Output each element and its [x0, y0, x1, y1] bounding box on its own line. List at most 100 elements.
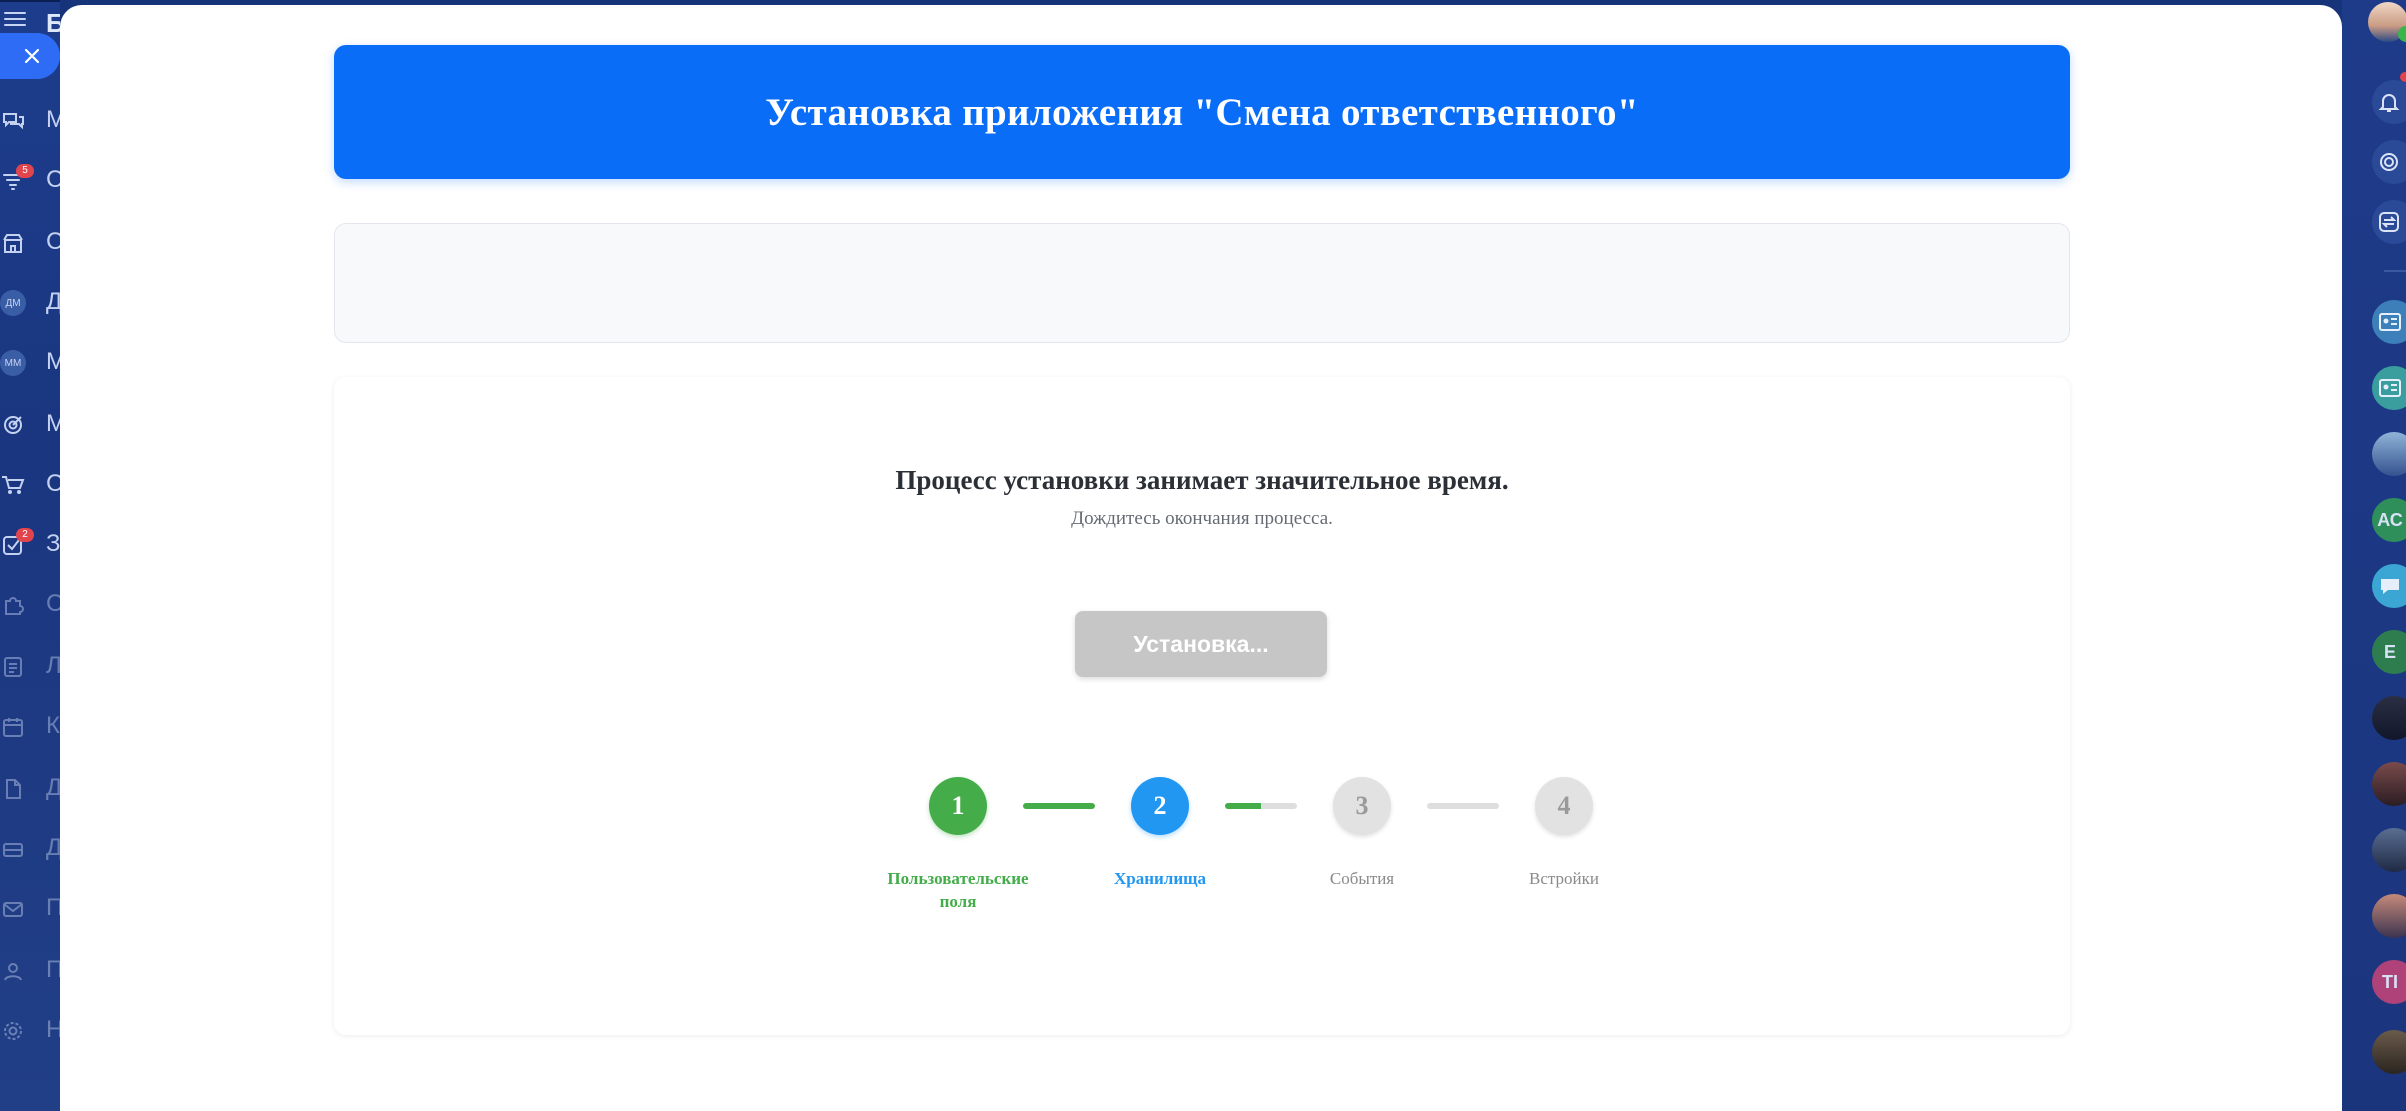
- sidebar-item-settings[interactable]: Н: [0, 1010, 60, 1050]
- sidebar-item-people[interactable]: П: [0, 950, 60, 990]
- log-panel: [334, 223, 2070, 343]
- calendar-icon: [0, 714, 26, 740]
- sidebar-item-label: К: [46, 712, 60, 739]
- contact-card-icon: [2379, 379, 2401, 397]
- sidebar-item-label: П: [46, 956, 60, 983]
- portal-title: Б: [46, 8, 60, 38]
- sidebar-item-label: С: [46, 166, 60, 193]
- install-header-banner: Установка приложения "Смена ответственно…: [334, 45, 2070, 179]
- chat-icon: [0, 108, 26, 134]
- close-icon: [24, 48, 40, 64]
- sidebar-item-label: Д: [46, 834, 60, 861]
- counter-badge: 5: [16, 164, 34, 178]
- avatar: ДМ: [0, 290, 26, 316]
- sidebar-item-puzzle[interactable]: С: [0, 584, 60, 624]
- sidebar-item-label: Д: [46, 288, 60, 315]
- avatar-initials: АС: [2377, 509, 2403, 530]
- document-icon: [0, 776, 26, 802]
- connector-progress: [1225, 803, 1261, 809]
- user-avatar[interactable]: [2372, 432, 2406, 476]
- avatar: ММ: [0, 350, 26, 376]
- sidebar-item-target[interactable]: М: [0, 404, 60, 444]
- sidebar-item-label: С: [46, 470, 60, 497]
- notification-dot: [2400, 72, 2406, 82]
- install-subtitle: Дождитесь окончания процесса.: [1071, 508, 1333, 529]
- chat-avatar[interactable]: [2372, 564, 2406, 608]
- sidebar-item-label: Л: [46, 652, 60, 679]
- activity-button[interactable]: [2372, 140, 2406, 184]
- contact-card-avatar[interactable]: [2372, 366, 2406, 410]
- left-sidebar: Б М 5 С С ДМ Д ММ М М С 2 З С Л К Д Д П …: [0, 0, 60, 1111]
- sidebar-item-label: М: [46, 106, 60, 133]
- sidebar-item-cart[interactable]: С: [0, 464, 60, 504]
- transfer-button[interactable]: [2372, 200, 2406, 244]
- user-avatar[interactable]: [2372, 696, 2406, 740]
- sidebar-item-list[interactable]: Л: [0, 646, 60, 686]
- close-slider-button[interactable]: [0, 33, 60, 79]
- user-avatar[interactable]: АС: [2372, 498, 2406, 542]
- mail-icon: [0, 896, 26, 922]
- install-button[interactable]: Установка...: [1075, 611, 1327, 677]
- user-avatar[interactable]: [2372, 762, 2406, 806]
- hamburger-menu-icon[interactable]: [4, 12, 26, 26]
- install-title: Процесс установки занимает значительное …: [895, 465, 1509, 495]
- people-icon: [0, 958, 26, 984]
- sidebar-item-user-mm[interactable]: ММ М: [0, 342, 60, 382]
- sidebar-item-funnel[interactable]: 5 С: [0, 160, 60, 200]
- notifications-button[interactable]: [2372, 80, 2406, 124]
- contact-card-avatar[interactable]: [2372, 300, 2406, 344]
- step-1-label: Пользовательские поля: [887, 869, 1029, 911]
- transfer-icon: [2379, 212, 2399, 232]
- user-avatar[interactable]: TI: [2372, 960, 2406, 1004]
- user-avatar[interactable]: [2372, 828, 2406, 872]
- avatar-mm: ММ: [0, 350, 26, 376]
- avatar-initials: TI: [2382, 971, 2398, 992]
- install-card: Процесс установки занимает значительное …: [334, 377, 2070, 1035]
- top-strip: [0, 0, 60, 2]
- step-connector-1: [1023, 803, 1095, 809]
- page-title: Установка приложения "Смена ответственно…: [765, 90, 1639, 134]
- app-install-slider: Установка приложения "Смена ответственно…: [60, 5, 2342, 1111]
- cart-icon: [0, 472, 26, 498]
- sidebar-item-label: З: [46, 530, 60, 557]
- user-avatar[interactable]: Е: [2372, 630, 2406, 674]
- step-3-circle: 3: [1333, 777, 1391, 835]
- gear-icon: [0, 1018, 26, 1044]
- contact-card-icon: [2379, 313, 2401, 331]
- sidebar-item-user-dm[interactable]: ДМ Д: [0, 282, 60, 322]
- sidebar-item-label: М: [46, 410, 60, 437]
- user-avatar[interactable]: [2372, 894, 2406, 938]
- user-avatar[interactable]: [2372, 1030, 2406, 1074]
- step-2-label: Хранилища: [1113, 869, 1206, 888]
- sidebar-item-label: Н: [46, 1016, 60, 1043]
- sidebar-item-shop[interactable]: С: [0, 222, 60, 262]
- sidebar-item-chat[interactable]: М: [0, 100, 60, 140]
- step-2-circle: 2: [1131, 777, 1189, 835]
- sidebar-item-mail[interactable]: П: [0, 888, 60, 928]
- sidebar-item-documents[interactable]: Д: [0, 768, 60, 808]
- sidebar-item-drive[interactable]: Д: [0, 828, 60, 868]
- drive-icon: [0, 836, 26, 862]
- sidebar-item-calendar[interactable]: К: [0, 706, 60, 746]
- sidebar-item-label: Д: [46, 774, 60, 801]
- shop-icon: [0, 230, 26, 256]
- step-3-label: События: [1329, 869, 1395, 888]
- online-status-dot: [2398, 26, 2406, 42]
- chat-icon: [2381, 579, 2399, 594]
- puzzle-icon: [0, 592, 26, 618]
- step-4-label: Встройки: [1529, 869, 1599, 888]
- step-connector-3: [1427, 803, 1499, 809]
- panel-divider: [2384, 270, 2406, 272]
- step-4-circle: 4: [1535, 777, 1593, 835]
- counter-badge: 2: [16, 528, 34, 542]
- step-1-circle: 1: [929, 777, 987, 835]
- sidebar-item-label: С: [46, 228, 60, 255]
- bell-icon: [2378, 94, 2400, 112]
- target-icon: [0, 412, 26, 438]
- step-connector-2: [1225, 803, 1297, 809]
- sidebar-item-tasks[interactable]: 2 З: [0, 524, 60, 564]
- sidebar-item-label: С: [46, 590, 60, 617]
- avatar-dm: ДМ: [0, 290, 26, 316]
- right-panel: АС Е TI: [2342, 0, 2406, 1111]
- sidebar-item-label: М: [46, 348, 60, 375]
